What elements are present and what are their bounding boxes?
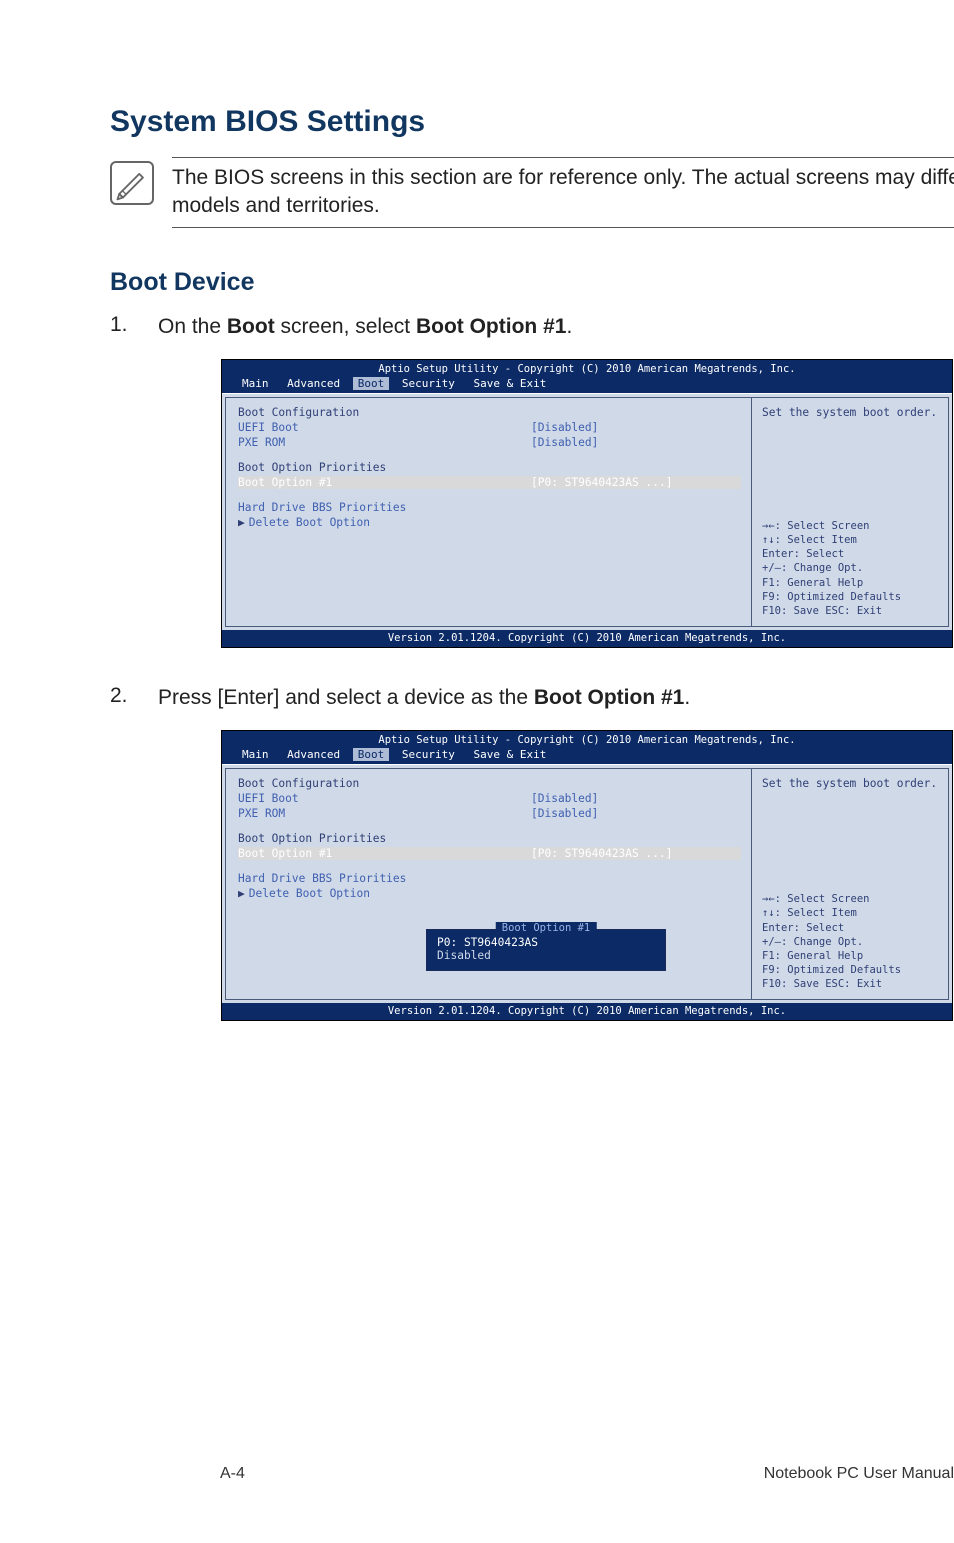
sub-title: Boot Device — [110, 268, 954, 297]
bios2-popup-title: Boot Option #1 — [496, 922, 597, 934]
bios2-uefi-boot: UEFI Boot — [238, 792, 531, 805]
bios1-tab-bar: Main Advanced Boot Security Save & Exit — [222, 377, 952, 393]
bios1-key-4: +/—: Change Opt. — [762, 561, 938, 575]
bios2-key-3: Enter: Select — [762, 921, 938, 935]
bios1-side-help: Set the system boot order. — [762, 406, 938, 419]
bios2-main-panel: Boot Configuration UEFI Boot[Disabled] P… — [225, 768, 751, 1000]
section-title: System BIOS Settings — [110, 105, 954, 139]
step-1-text-b: screen, select — [275, 315, 416, 338]
bios2-key-4: +/—: Change Opt. — [762, 935, 938, 949]
step-1-text-a: On the — [158, 315, 227, 338]
bios1-key-3: Enter: Select — [762, 547, 938, 561]
step-2-bold-a: Boot Option #1 — [534, 686, 685, 709]
bios1-footer: Version 2.01.1204. Copyright (C) 2010 Am… — [222, 630, 952, 647]
bios1-tab-security: Security — [396, 377, 461, 390]
bios1-tab-boot: Boot — [353, 377, 390, 390]
step-2-number: 2. — [110, 684, 132, 712]
bios1-boot-priorities: Boot Option Priorities — [238, 461, 741, 474]
bios2-popup-opt1: P0: ST9640423AS — [437, 936, 655, 949]
note-icon — [110, 161, 154, 205]
bios2-boot-config: Boot Configuration — [238, 777, 741, 790]
bios2-header: Aptio Setup Utility - Copyright (C) 2010… — [222, 731, 952, 748]
bios1-key-6: F9: Optimized Defaults — [762, 590, 938, 604]
note-text: The BIOS screens in this section are for… — [172, 164, 954, 221]
note-text-wrap: The BIOS screens in this section are for… — [172, 157, 954, 228]
bios2-boot-opt1-val: [P0: ST9640423AS ...] — [531, 847, 741, 860]
bios1-uefi-boot: UEFI Boot — [238, 421, 531, 434]
bios1-header: Aptio Setup Utility - Copyright (C) 2010… — [222, 360, 952, 377]
bios1-boot-opt1-val: [P0: ST9640423AS ...] — [531, 476, 741, 489]
page-number: A-4 — [220, 1465, 245, 1483]
bios1-hd-bbs: Hard Drive BBS Priorities — [238, 501, 741, 514]
step-1-body: On the Boot screen, select Boot Option #… — [158, 313, 954, 341]
bios1-boot-config: Boot Configuration — [238, 406, 741, 419]
step-1-bold-a: Boot — [227, 315, 275, 338]
bios2-tab-advanced: Advanced — [281, 748, 346, 761]
bios2-delete-boot: Delete Boot Option — [249, 887, 741, 900]
bios2-tab-bar: Main Advanced Boot Security Save & Exit — [222, 748, 952, 764]
step-2: 2. Press [Enter] and select a device as … — [110, 684, 954, 712]
bios2-pxe-rom: PXE ROM — [238, 807, 531, 820]
bios1-delete-boot: Delete Boot Option — [249, 516, 741, 529]
bios1-key-2: ↑↓: Select Item — [762, 533, 938, 547]
bios2-key-2: ↑↓: Select Item — [762, 906, 938, 920]
bios2-key-7: F10: Save ESC: Exit — [762, 977, 938, 991]
bios1-boot-opt1: Boot Option #1 — [238, 476, 531, 489]
bios1-key-help: →←: Select Screen ↑↓: Select Item Enter:… — [762, 519, 938, 618]
bios2-side-help: Set the system boot order. — [762, 777, 938, 790]
bios2-boot-opt1: Boot Option #1 — [238, 847, 531, 860]
step-1-bold-b: Boot Option #1 — [416, 315, 567, 338]
bios1-uefi-boot-val: [Disabled] — [531, 421, 741, 434]
bios1-pxe-rom: PXE ROM — [238, 436, 531, 449]
bios2-triangle-icon: ▶ — [238, 887, 245, 900]
note-callout: The BIOS screens in this section are for… — [110, 157, 954, 228]
bios1-tab-main: Main — [236, 377, 275, 390]
bios1-key-7: F10: Save ESC: Exit — [762, 604, 938, 618]
bios2-tab-security: Security — [396, 748, 461, 761]
bios2-popup-opt2: Disabled — [437, 949, 655, 962]
bios-screenshot-2: Aptio Setup Utility - Copyright (C) 2010… — [221, 730, 953, 1021]
bios2-side-panel: Set the system boot order. →←: Select Sc… — [751, 768, 949, 1000]
bios2-key-1: →←: Select Screen — [762, 892, 938, 906]
bios1-side-panel: Set the system boot order. →←: Select Sc… — [751, 397, 949, 627]
bios2-uefi-boot-val: [Disabled] — [531, 792, 741, 805]
bios2-key-6: F9: Optimized Defaults — [762, 963, 938, 977]
bios2-hd-bbs: Hard Drive BBS Priorities — [238, 872, 741, 885]
bios1-tab-save: Save & Exit — [467, 377, 552, 390]
bios2-tab-boot: Boot — [353, 748, 390, 761]
bios1-tab-advanced: Advanced — [281, 377, 346, 390]
bios1-pxe-rom-val: [Disabled] — [531, 436, 741, 449]
bios2-tab-save: Save & Exit — [467, 748, 552, 761]
bios1-key-5: F1: General Help — [762, 576, 938, 590]
bios2-key-help: →←: Select Screen ↑↓: Select Item Enter:… — [762, 892, 938, 991]
manual-title: Notebook PC User Manual — [764, 1465, 954, 1483]
bios2-popup: Boot Option #1 P0: ST9640423AS Disabled — [426, 929, 666, 971]
step-1-number: 1. — [110, 313, 132, 341]
bios2-tab-main: Main — [236, 748, 275, 761]
bios1-key-1: →←: Select Screen — [762, 519, 938, 533]
step-1: 1. On the Boot screen, select Boot Optio… — [110, 313, 954, 341]
bios2-pxe-rom-val: [Disabled] — [531, 807, 741, 820]
bios-screenshot-1: Aptio Setup Utility - Copyright (C) 2010… — [221, 359, 953, 648]
page-footer: A-4 Notebook PC User Manual — [220, 1465, 954, 1483]
step-2-body: Press [Enter] and select a device as the… — [158, 684, 954, 712]
step-2-text-b: . — [684, 686, 690, 709]
bios1-main-panel: Boot Configuration UEFI Boot[Disabled] P… — [225, 397, 751, 627]
bios2-footer: Version 2.01.1204. Copyright (C) 2010 Am… — [222, 1003, 952, 1020]
bios2-key-5: F1: General Help — [762, 949, 938, 963]
step-1-text-c: . — [566, 315, 572, 338]
bios2-boot-priorities: Boot Option Priorities — [238, 832, 741, 845]
step-2-text-a: Press [Enter] and select a device as the — [158, 686, 534, 709]
bios1-triangle-icon: ▶ — [238, 516, 245, 529]
